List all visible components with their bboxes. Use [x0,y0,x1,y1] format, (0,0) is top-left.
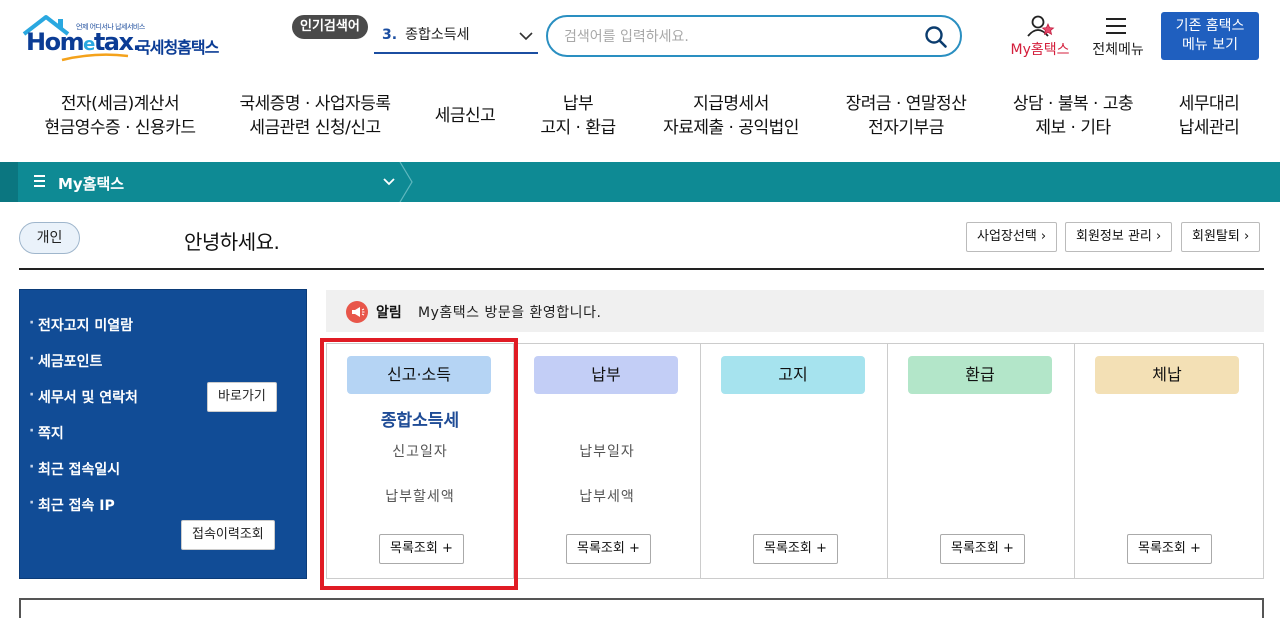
card-title: 환급 [908,356,1052,394]
gnb-line1: 지급명세서 [693,94,769,114]
megaphone-icon [346,301,368,323]
popular-rank: 3. [382,27,398,43]
gnb-item-tax-filing[interactable]: 세금신고 [420,104,510,128]
hometax-logo[interactable]: 언제 어디서나 납세서비스 Hometax. 국세청홈택스 [20,12,230,62]
gnb-line2: 세금관련 신청/신고 [249,118,381,138]
gnb-line1: 세금신고 [434,106,496,126]
search-input[interactable] [564,25,904,49]
gnb-item-tax-agent[interactable]: 세무대리 납세관리 [1166,92,1252,140]
logo-subtitle: 국세청홈택스 [136,38,219,57]
side-item-last-ip: 최근 접속 IP [29,495,115,515]
login-history-button[interactable]: 접속이력조회 [181,520,275,550]
side-item-tax-office: 세무서 및 연락처 [29,387,138,407]
notice-label: 알림 [376,305,402,321]
notice-bar: 알림 My홈택스 방문을 환영합니다. [326,290,1264,332]
gnb-item-payment[interactable]: 납부 고지 · 환급 [528,92,628,140]
gnb-line1: 장려금 · 연말정산 [845,94,967,114]
gnb-line1: 전자(세금)계산서 [60,94,180,114]
gnb-line1: 국세증명 · 사업자등록 [239,94,391,114]
logo-swoosh-icon [61,53,129,62]
section-divider [19,268,1264,270]
list-view-button[interactable]: 목록조회 + [753,534,838,564]
mybar-edge [0,162,18,202]
withdraw-button[interactable]: 회원탈퇴 › [1181,222,1261,252]
search-box [546,15,962,57]
account-summary-panel: 전자고지 미열람 세금포인트 세무서 및 연락처 바로가기 쪽지 최근 접속일시… [19,289,307,579]
user-star-icon [1027,15,1055,37]
breadcrumb-arrow-icon [398,162,418,202]
list-view-button[interactable]: 목록조회 + [566,534,651,564]
global-navigation: 전자(세금)계산서 현금영수증 · 신용카드 국세증명 · 사업자등록 세금관련… [0,78,1280,158]
goto-button[interactable]: 바로가기 [207,382,277,412]
gnb-item-incentive[interactable]: 장려금 · 연말정산 전자기부금 [834,92,978,140]
gnb-item-invoice[interactable]: 전자(세금)계산서 현금영수증 · 신용카드 [38,92,202,140]
card-notice: 고지 목록조회 + [701,344,888,578]
legacy-menu-button[interactable]: 기존 홈택스 메뉴 보기 [1161,12,1259,60]
card-line-payment-amount: 납부세액 [579,489,635,505]
card-line-payment-date: 납부일자 [579,444,635,460]
side-item-unread-notice: 전자고지 미열람 [29,315,133,335]
my-hometax-link[interactable]: My홈택스 [1004,14,1076,60]
gnb-line2: 제보 · 기타 [1035,118,1111,138]
side-item-message: 쪽지 [29,423,64,443]
card-payment: 납부 납부일자 납부세액 목록조회 + [514,344,701,578]
gnb-line2: 현금영수증 · 신용카드 [44,118,196,138]
gnb-line1: 상담 · 불복 · 고충 [1012,94,1134,114]
side-item-tax-point: 세금포인트 [29,351,102,371]
gnb-item-consult[interactable]: 상담 · 불복 · 고충 제보 · 기타 [1000,92,1146,140]
select-business-button[interactable]: 사업장선택 › [966,222,1058,252]
card-refund: 환급 목록조회 + [888,344,1075,578]
greeting-text: 안녕하세요. [184,230,280,254]
bottom-section [19,598,1264,618]
chevron-down-icon [519,32,533,41]
tax-status-cards: 신고·소득 종합소득세 신고일자 납부할세액 목록조회 + 납부 납부일자 납부… [326,343,1264,579]
legacy-menu-line2: 메뉴 보기 [1182,37,1238,53]
gnb-item-certificate[interactable]: 국세증명 · 사업자등록 세금관련 신청/신고 [232,92,398,140]
my-hometax-bar: My홈택스 [0,162,1280,202]
card-main-item[interactable]: 종합소득세 [327,406,513,431]
header: 언제 어디서나 납세서비스 Hometax. 국세청홈택스 인기검색어 3. 종합… [0,0,1280,70]
popular-search-badge: 인기검색어 [292,15,368,39]
gnb-line2: 납세관리 [1178,118,1240,138]
gnb-item-statement[interactable]: 지급명세서 자료제출 · 공익법인 [650,92,812,140]
my-hometax-label: My홈택스 [1010,42,1070,58]
card-title: 체납 [1095,356,1239,394]
list-view-button[interactable]: 목록조회 + [940,534,1025,564]
card-filing-income: 신고·소득 종합소득세 신고일자 납부할세액 목록조회 + [327,344,514,578]
gnb-line2: 자료제출 · 공익법인 [663,118,799,138]
card-line-filing-date: 신고일자 [392,444,448,460]
user-type-badge[interactable]: 개인 [19,222,80,254]
hamburger-menu-icon [1106,18,1126,34]
member-info-button[interactable]: 회원정보 관리 › [1065,222,1173,252]
chevron-down-icon[interactable] [382,176,396,188]
side-item-last-login: 최근 접속일시 [29,459,120,479]
notice-text: My홈택스 방문을 환영합니다. [418,305,602,321]
card-title: 납부 [534,356,678,394]
popular-term: 종합소득세 [405,27,470,43]
gnb-line1: 세무대리 [1178,94,1240,114]
gnb-line1: 납부 [562,94,594,114]
card-line-tax-due: 납부할세액 [385,489,455,505]
list-view-button[interactable]: 목록조회 + [379,534,464,564]
menu-lines-icon [34,175,45,187]
list-view-button[interactable]: 목록조회 + [1127,534,1212,564]
card-title: 고지 [721,356,865,394]
gnb-line2: 전자기부금 [868,118,944,138]
mybar-title: My홈택스 [58,175,125,193]
gnb-line2: 고지 · 환급 [540,118,616,138]
all-menu-label: 전체메뉴 [1092,42,1144,58]
popular-search-select[interactable]: 3. 종합소득세 [374,20,538,54]
all-menu-button[interactable]: 전체메뉴 [1086,14,1150,60]
search-icon[interactable] [924,25,948,49]
card-title: 신고·소득 [347,356,491,394]
card-arrears: 체납 목록조회 + [1075,344,1263,578]
legacy-menu-line1: 기존 홈택스 [1175,18,1245,34]
